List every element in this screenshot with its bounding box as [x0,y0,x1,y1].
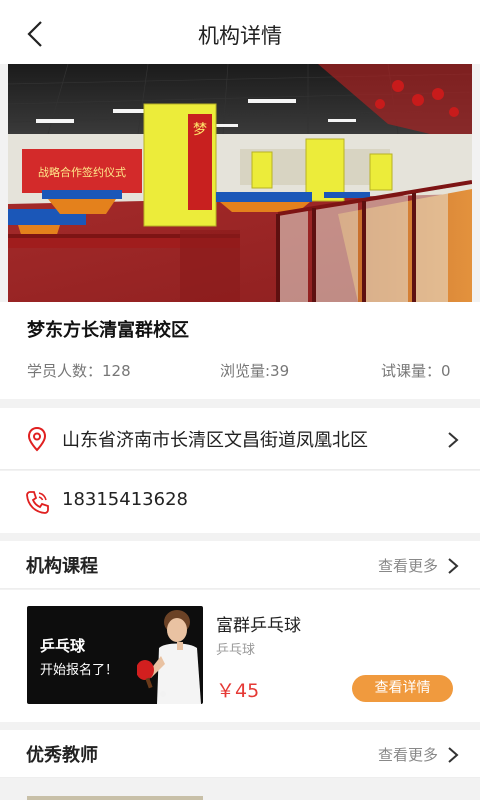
nav-bar: 机构详情 [0,0,480,64]
teachers-more-link[interactable]: 查看更多 [378,744,438,765]
trial-count: 试课量：0 [381,362,451,380]
teacher-card-thumbnail[interactable] [27,796,203,800]
address-row[interactable]: 山东省济南市长清区文昌街道凤凰北区 [0,408,480,470]
thumb-title: 乒乓球 [40,637,86,655]
location-pin-icon [27,426,47,452]
course-card[interactable]: 乒乓球 开始报名了！ 富群乒乓球 乒乓球 ￥45 查看详情 [0,590,480,722]
player-illustration [137,610,201,704]
banner-sign-text: 战略合作签约仪式 [38,165,126,179]
course-category: 乒乓球 [216,643,256,658]
pillar-sign-char: 梦 [193,122,207,138]
address-text: 山东省济南市长清区文昌街道凤凰北区 [62,430,368,451]
phone-number: 18315413628 [62,489,188,510]
banner-carousel[interactable]: 战略合作签约仪式 梦 [8,64,472,302]
thumb-subtitle: 开始报名了！ [40,663,119,678]
banner-image: 战略合作签约仪式 梦 [8,64,472,302]
section-title-courses: 机构课程 [26,556,98,577]
school-name: 梦东方长清富群校区 [27,320,189,341]
course-thumbnail[interactable]: 乒乓球 开始报名了！ [27,606,203,704]
courses-section-header: 机构课程 查看更多 [0,541,480,589]
teachers-section-header: 优秀教师 查看更多 [0,730,480,778]
view-count: 浏览量:39 [220,362,290,380]
phone-row[interactable]: 18315413628 [0,471,480,533]
view-details-button[interactable]: 查看详情 [352,675,453,702]
phone-icon [26,491,49,514]
course-name[interactable]: 富群乒乓球 [216,611,301,636]
page-title: 机构详情 [198,24,282,48]
student-count: 学员人数：128 [27,362,131,380]
chevron-right-icon [448,432,459,448]
chevron-right-icon[interactable] [447,746,459,764]
course-price: ￥45 [216,680,260,702]
courses-more-link[interactable]: 查看更多 [378,555,438,576]
chevron-right-icon[interactable] [447,557,459,575]
school-info: 梦东方长清富群校区 学员人数：128 浏览量:39 试课量：0 [0,302,480,399]
section-title-teachers: 优秀教师 [26,745,98,766]
